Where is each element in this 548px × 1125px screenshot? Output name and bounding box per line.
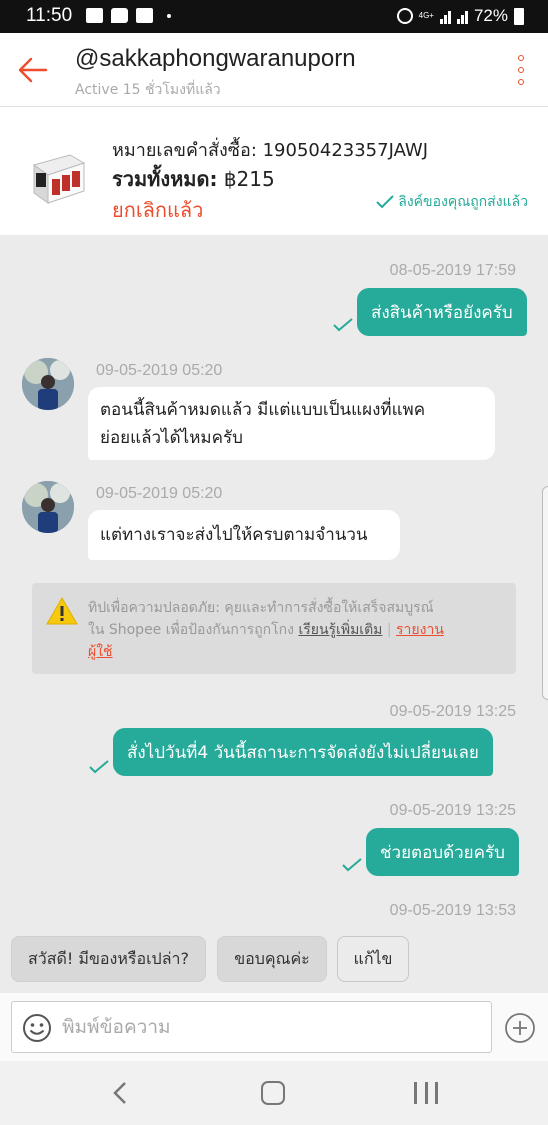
link-sent-status: ลิงค์ของคุณถูกส่งแล้ว xyxy=(376,191,528,213)
message-timestamp: 09-05-2019 13:25 xyxy=(389,802,516,819)
status-time: 11:50 xyxy=(26,5,73,26)
signal-icon-2 xyxy=(456,9,468,24)
outgoing-message[interactable]: ส่งสินค้าหรือยังครับ xyxy=(357,288,527,336)
check-icon xyxy=(89,760,109,774)
tip-separator: | xyxy=(386,622,392,638)
check-icon xyxy=(342,858,362,872)
active-status: Active 15 ชั่วโมงที่แล้ว xyxy=(75,82,221,98)
tip-text-2: ใน Shopee เพื่อป้องกันการถูกโกง xyxy=(88,622,294,638)
check-icon xyxy=(376,195,394,209)
order-status: ยกเลิกแล้ว xyxy=(112,198,204,222)
nav-recents-icon[interactable] xyxy=(414,1082,438,1104)
learn-more-link[interactable]: เรียนรู้เพิ่มเติม xyxy=(298,622,382,638)
message-line: ย่อยแล้วได้ไหมครับ xyxy=(100,427,243,448)
emoji-icon[interactable] xyxy=(22,1013,52,1043)
battery-icon xyxy=(514,7,524,25)
check-icon xyxy=(333,318,353,332)
more-vertical-icon xyxy=(518,55,524,61)
network-type: 4G+ xyxy=(418,11,434,20)
product-thumbnail xyxy=(32,154,86,204)
order-total: รวมทั้งหมด: ฿215 xyxy=(112,163,275,195)
safety-tip: ทิปเพื่อความปลอดภัย: คุยและทำการสั่งซื้อ… xyxy=(32,583,516,674)
message-timestamp: 08-05-2019 17:59 xyxy=(389,262,516,279)
image-icon xyxy=(136,8,153,23)
message-line: ตอนนี้สินค้าหมดแล้ว มีแต่แบบเป็นแผงที่แพ… xyxy=(100,399,426,420)
outgoing-message[interactable]: ช่วยตอบด้วยครับ xyxy=(366,828,519,876)
status-bar: 11:50 4G+ 72% xyxy=(0,0,548,33)
report-user-link[interactable]: รายงาน xyxy=(396,622,444,638)
message-timestamp: 09-05-2019 13:53 xyxy=(389,902,516,919)
system-nav-bar xyxy=(0,1061,548,1125)
edit-quick-replies-button[interactable]: แก้ไข xyxy=(337,936,409,982)
avatar-image xyxy=(22,481,74,533)
order-total-label: รวมทั้งหมด: xyxy=(112,167,218,191)
back-button[interactable] xyxy=(14,51,52,89)
chat-username: @sakkaphongwaranuporn xyxy=(75,45,356,72)
tip-text: ทิปเพื่อความปลอดภัย: คุยและทำการสั่งซื้อ… xyxy=(88,600,434,616)
nav-back-icon[interactable] xyxy=(110,1081,130,1105)
nav-home-icon[interactable] xyxy=(261,1081,285,1105)
chat-header: @sakkaphongwaranuporn Active 15 ชั่วโมงท… xyxy=(0,33,548,107)
report-user-link-2[interactable]: ผู้ใช้ xyxy=(88,644,113,660)
outgoing-message[interactable]: สั่งไปวันที่4 วันนี้สถานะการจัดส่งยังไม่… xyxy=(113,728,493,776)
quick-reply-thanks[interactable]: ขอบคุณค่ะ xyxy=(217,936,327,982)
message-timestamp: 09-05-2019 13:25 xyxy=(389,703,516,720)
signal-icon xyxy=(439,9,451,24)
message-input-box[interactable] xyxy=(11,1001,492,1053)
alarm-icon xyxy=(396,8,413,24)
warning-icon xyxy=(46,597,78,625)
seller-avatar[interactable] xyxy=(22,481,74,533)
seller-avatar[interactable] xyxy=(22,358,74,410)
plus-icon[interactable] xyxy=(504,1012,536,1044)
message-icon xyxy=(111,8,128,23)
avatar-image xyxy=(22,358,74,410)
mail-icon xyxy=(86,8,103,23)
more-options-button[interactable] xyxy=(514,55,528,85)
incoming-message[interactable]: ตอนนี้สินค้าหมดแล้ว มีแต่แบบเป็นแผงที่แพ… xyxy=(88,387,495,460)
order-card[interactable]: หมายเลขคำสั่งซื้อ: 19050423357JAWJ รวมทั… xyxy=(0,107,548,235)
incoming-message[interactable]: แต่ทางเราจะส่งไปให้ครบตามจำนวน xyxy=(88,510,400,560)
quick-reply-hello[interactable]: สวัสดี! มีของหรือเปล่า? xyxy=(11,936,206,982)
scroll-handle[interactable] xyxy=(542,486,548,700)
message-composer xyxy=(0,993,548,1061)
back-arrow-icon xyxy=(18,57,48,83)
order-total-value: ฿215 xyxy=(223,167,275,191)
message-timestamp: 09-05-2019 05:20 xyxy=(96,362,223,379)
battery-level: 72% xyxy=(473,6,508,25)
link-sent-label: ลิงค์ของคุณถูกส่งแล้ว xyxy=(398,194,528,210)
message-timestamp: 09-05-2019 05:20 xyxy=(96,485,223,502)
order-number: หมายเลขคำสั่งซื้อ: 19050423357JAWJ xyxy=(112,140,429,161)
message-input[interactable] xyxy=(62,1012,482,1042)
more-notifications-icon xyxy=(167,13,171,18)
